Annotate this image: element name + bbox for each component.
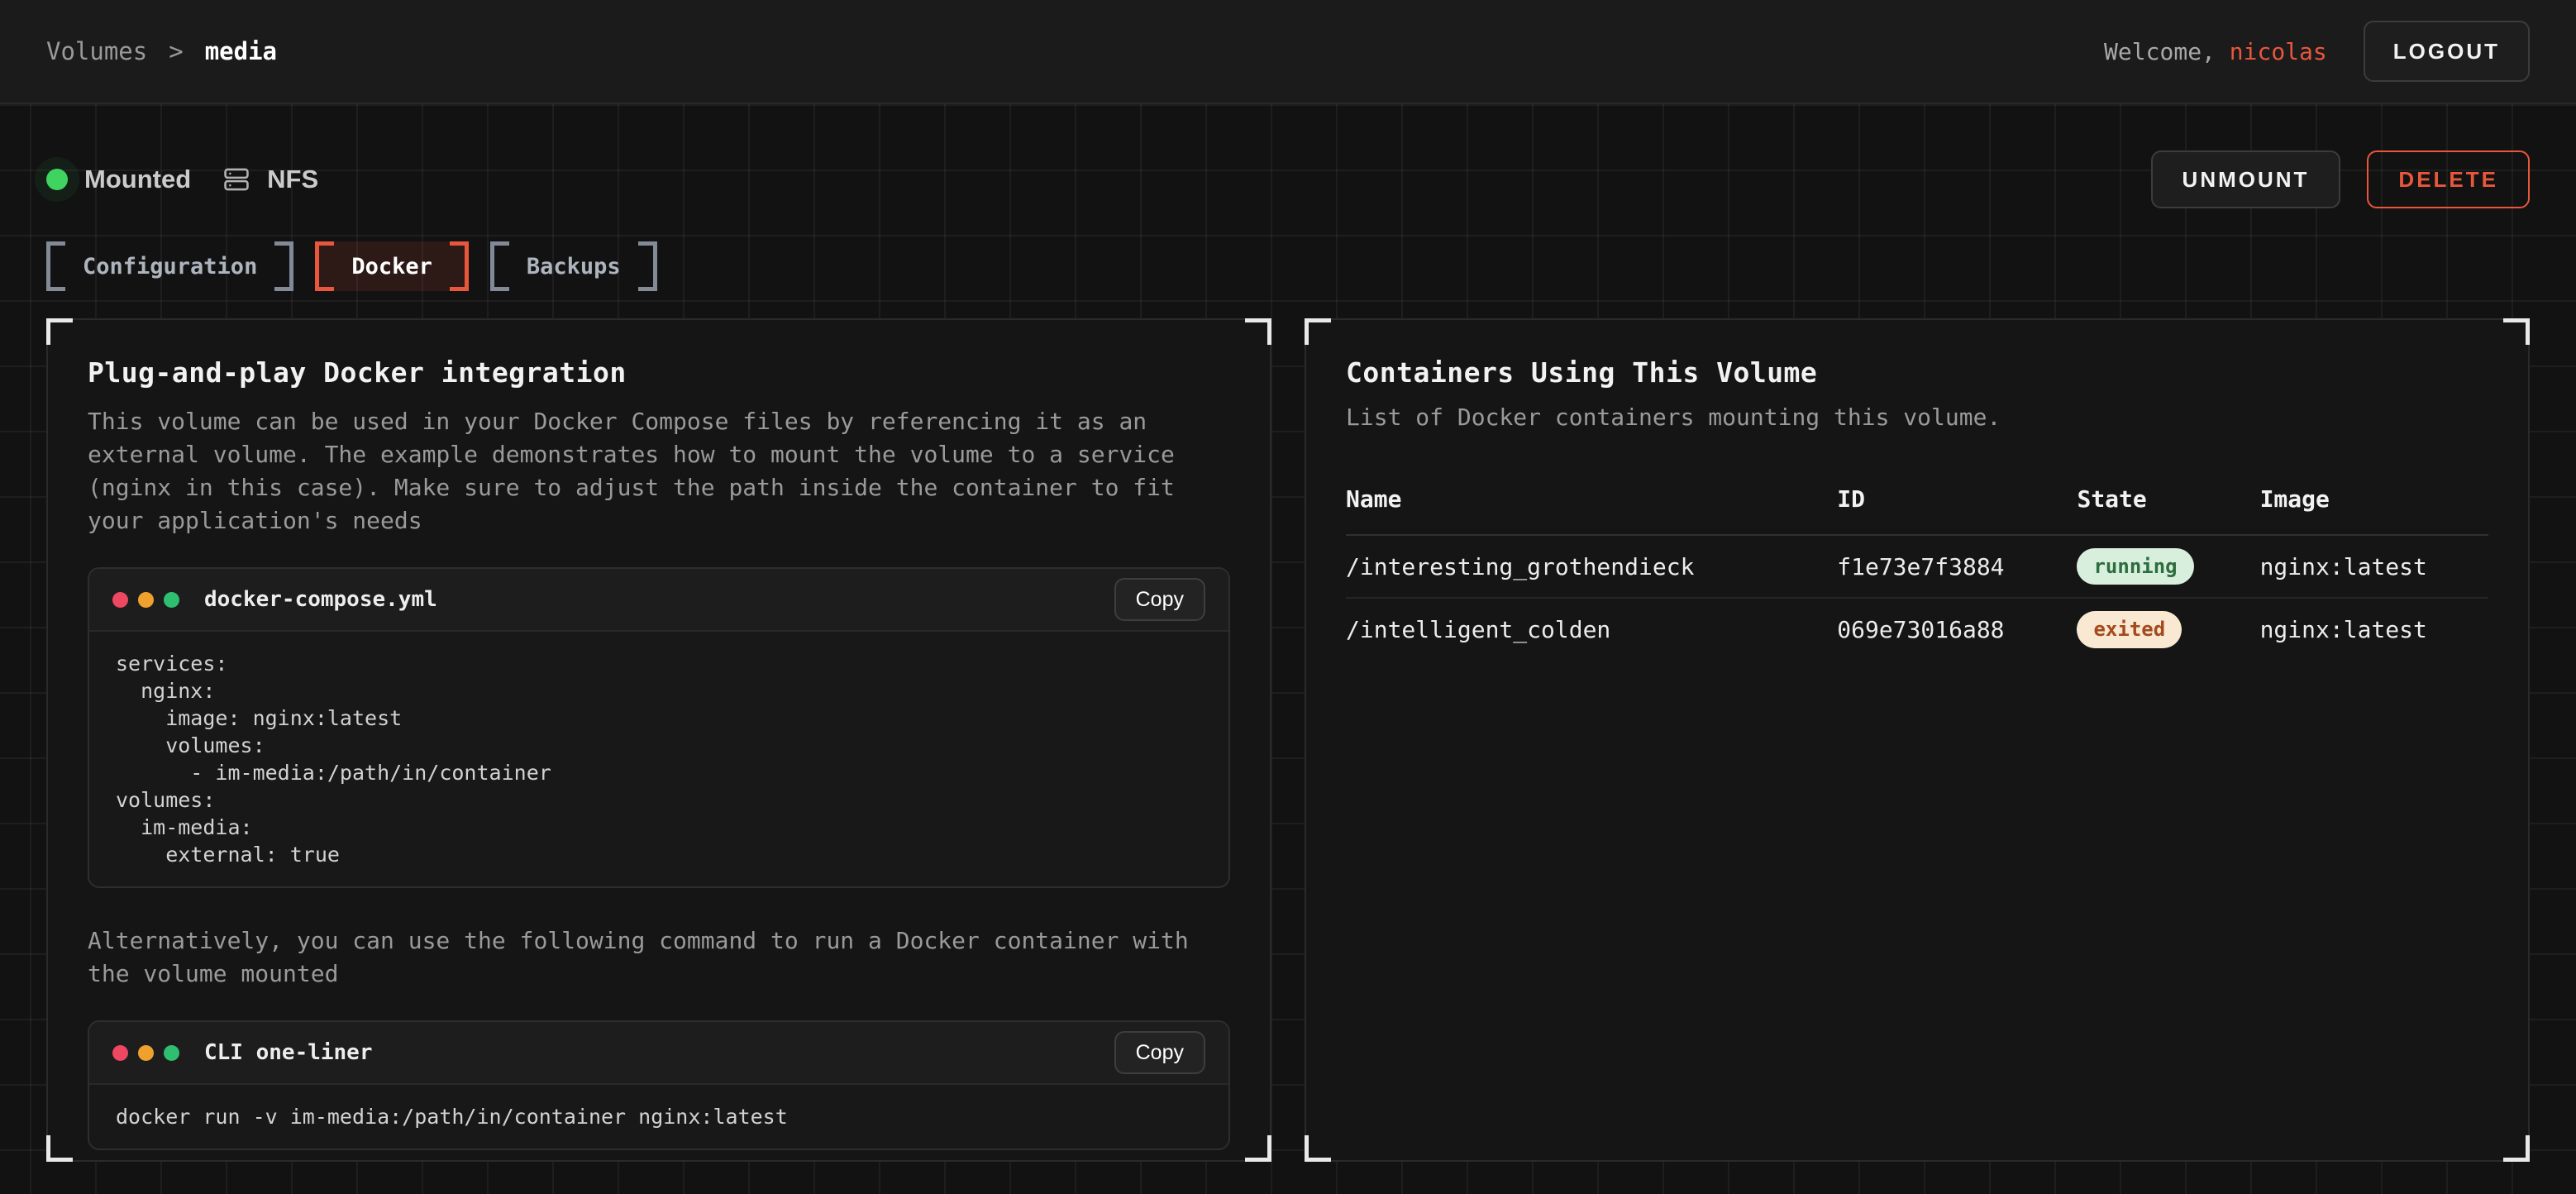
containers-panel: Containers Using This Volume List of Doc… <box>1305 318 2530 1162</box>
cli-title: CLI one-liner <box>204 1040 373 1065</box>
traffic-amber-icon <box>138 1045 154 1061</box>
tab-docker[interactable]: Docker <box>315 241 469 291</box>
docker-panel-description: This volume can be used in your Docker C… <box>88 405 1195 537</box>
containers-panel-title: Containers Using This Volume <box>1346 356 2488 389</box>
status-row: Mounted NFS UNMOUNT DELETE <box>46 152 2530 207</box>
traffic-lights-icon <box>112 592 179 608</box>
traffic-green-icon <box>164 592 179 608</box>
unmount-button[interactable]: UNMOUNT <box>2151 150 2341 208</box>
docker-integration-panel: Plug-and-play Docker integration This vo… <box>46 318 1271 1162</box>
delete-button[interactable]: DELETE <box>2367 150 2530 208</box>
volume-actions: UNMOUNT DELETE <box>2151 150 2530 208</box>
container-id: f1e73e7f3884 <box>1837 535 2077 598</box>
traffic-lights-icon <box>112 1045 179 1061</box>
panel-corner-bracket <box>1305 1135 1331 1162</box>
compose-filename: docker-compose.yml <box>204 587 437 612</box>
containers-table: Name ID State Image /interesting_grothen… <box>1346 485 2488 661</box>
containers-panel-subtitle: List of Docker containers mounting this … <box>1346 404 2488 431</box>
topbar-right: Welcome, nicolas LOGOUT <box>2104 21 2530 82</box>
driver-status: NFS <box>222 165 318 194</box>
traffic-amber-icon <box>138 592 154 608</box>
traffic-red-icon <box>112 592 128 608</box>
container-image: nginx:latest <box>2260 598 2488 661</box>
compose-code-block: docker-compose.yml Copy services: nginx:… <box>88 567 1230 888</box>
mounted-status-label: Mounted <box>84 165 191 194</box>
container-name: /interesting_grothendieck <box>1346 535 1837 598</box>
table-row: /interesting_grothendieck f1e73e7f3884 r… <box>1346 535 2488 598</box>
tab-bar: Configuration Docker Backups <box>46 241 2530 291</box>
column-header-image: Image <box>2260 485 2488 535</box>
status-badge: running <box>2077 548 2193 585</box>
server-icon <box>222 165 250 193</box>
containers-table-header-row: Name ID State Image <box>1346 485 2488 535</box>
panel-corner-bracket <box>1245 1135 1271 1162</box>
cli-code-block: CLI one-liner Copy docker run -v im-medi… <box>88 1020 1230 1150</box>
welcome-text: Welcome, nicolas <box>2104 38 2327 65</box>
tab-configuration[interactable]: Configuration <box>46 241 293 291</box>
compose-code: services: nginx: image: nginx:latest vol… <box>89 632 1228 886</box>
cli-intro-text: Alternatively, you can use the following… <box>88 924 1195 991</box>
volume-status: Mounted NFS <box>46 165 318 194</box>
welcome-prefix: Welcome, <box>2104 38 2216 65</box>
panel-corner-bracket <box>2503 318 2530 345</box>
mounted-status: Mounted <box>46 165 191 194</box>
traffic-green-icon <box>164 1045 179 1061</box>
table-row: /intelligent_colden 069e73016a88 exited … <box>1346 598 2488 661</box>
tab-backups[interactable]: Backups <box>490 241 657 291</box>
traffic-red-icon <box>112 1045 128 1061</box>
breadcrumb-current: media <box>205 37 277 65</box>
compose-copy-button[interactable]: Copy <box>1114 578 1205 621</box>
breadcrumb-separator-icon: > <box>169 37 183 65</box>
container-image: nginx:latest <box>2260 535 2488 598</box>
panel-corner-bracket <box>1245 318 1271 345</box>
breadcrumb-volumes-link[interactable]: Volumes <box>46 37 147 65</box>
column-header-state: State <box>2077 485 2259 535</box>
container-id: 069e73016a88 <box>1837 598 2077 661</box>
cli-copy-button[interactable]: Copy <box>1114 1031 1205 1074</box>
column-header-name: Name <box>1346 485 1837 535</box>
breadcrumb: Volumes > media <box>46 37 277 65</box>
container-name: /intelligent_colden <box>1346 598 1837 661</box>
compose-code-header: docker-compose.yml Copy <box>89 569 1228 632</box>
docker-panel-title: Plug-and-play Docker integration <box>88 356 1230 389</box>
panel-corner-bracket <box>2503 1135 2530 1162</box>
panel-corner-bracket <box>46 318 73 345</box>
topbar: Volumes > media Welcome, nicolas LOGOUT <box>0 0 2576 104</box>
column-header-id: ID <box>1837 485 2077 535</box>
logout-button[interactable]: LOGOUT <box>2364 21 2530 82</box>
panels: Plug-and-play Docker integration This vo… <box>46 318 2530 1162</box>
driver-label: NFS <box>267 165 318 194</box>
main-content: Mounted NFS UNMOUNT DELETE Configuration… <box>0 152 2576 1162</box>
cli-code: docker run -v im-media:/path/in/containe… <box>89 1085 1228 1149</box>
mounted-status-dot-icon <box>46 169 68 190</box>
status-badge: exited <box>2077 611 2182 648</box>
panel-corner-bracket <box>46 1135 73 1162</box>
cli-code-header: CLI one-liner Copy <box>89 1022 1228 1085</box>
panel-corner-bracket <box>1305 318 1331 345</box>
username: nicolas <box>2230 38 2327 65</box>
